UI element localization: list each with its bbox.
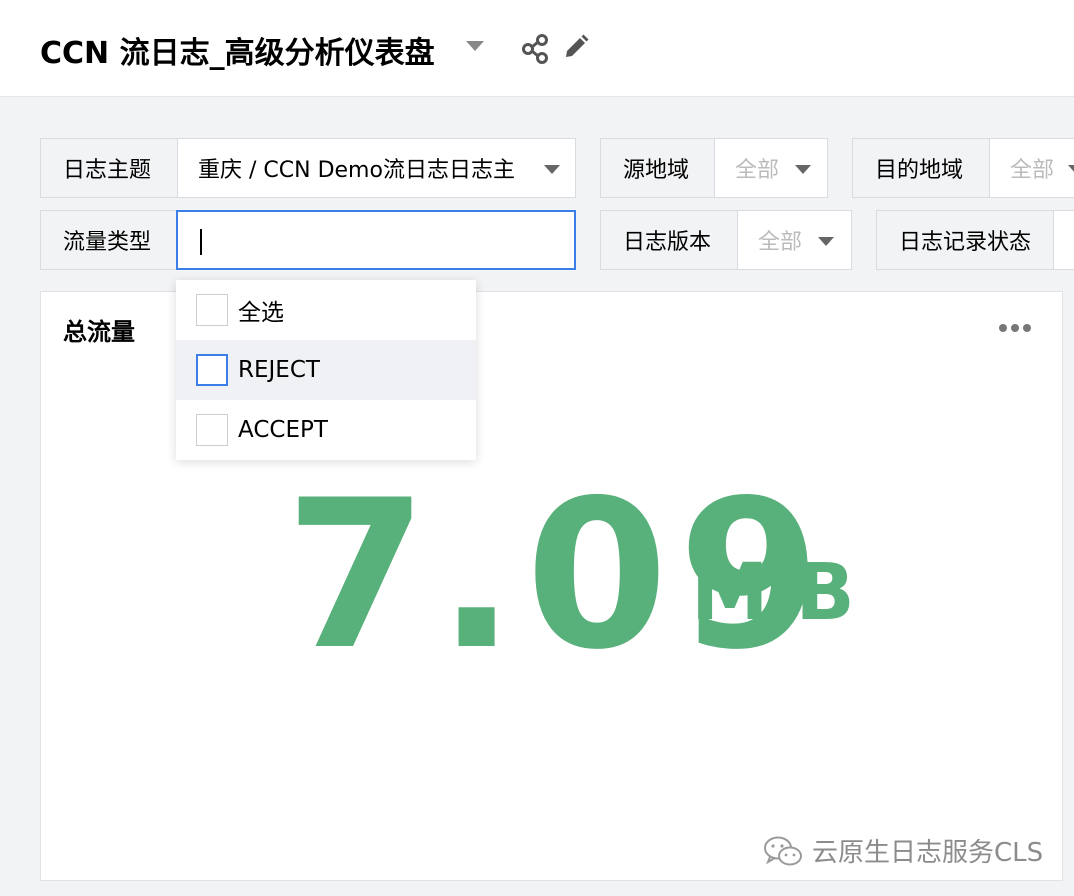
filter-label: 流量类型 bbox=[41, 211, 179, 269]
checkbox[interactable] bbox=[196, 414, 228, 446]
chevron-down-icon[interactable] bbox=[795, 165, 811, 174]
share-icon[interactable] bbox=[520, 33, 552, 65]
option-accept[interactable]: ACCEPT bbox=[176, 400, 476, 460]
traffic-type-dropdown: 全选 REJECT ACCEPT bbox=[176, 280, 476, 460]
edit-icon[interactable] bbox=[562, 33, 590, 61]
filter-label: 日志版本 bbox=[601, 211, 738, 269]
source-region-select[interactable]: 全部 bbox=[715, 139, 827, 197]
select-value: 全部 bbox=[1010, 158, 1055, 183]
wechat-icon bbox=[764, 836, 802, 865]
chevron-down-icon[interactable] bbox=[544, 165, 560, 174]
select-value: 重庆 / CCN Demo流日志日志主 bbox=[198, 158, 515, 183]
chevron-down-icon[interactable] bbox=[818, 237, 834, 246]
filter-log-status[interactable]: 日志记录状态 bbox=[876, 210, 1074, 270]
filter-label: 源地域 bbox=[601, 139, 715, 197]
filter-source-region[interactable]: 源地域 全部 bbox=[600, 138, 828, 198]
text-cursor bbox=[200, 229, 202, 255]
filter-log-topic[interactable]: 日志主题 重庆 / CCN Demo流日志日志主 bbox=[40, 138, 576, 198]
chevron-down-icon[interactable] bbox=[1068, 165, 1074, 174]
checkbox[interactable] bbox=[196, 354, 228, 386]
filter-label: 日志主题 bbox=[41, 139, 178, 197]
option-select-all[interactable]: 全选 bbox=[176, 280, 476, 340]
checkbox[interactable] bbox=[196, 294, 228, 326]
dashboard-header: CCN 流日志_高级分析仪表盘 bbox=[0, 0, 1074, 97]
watermark-text: 云原生日志服务CLS bbox=[812, 838, 1044, 868]
dashboard-title[interactable]: CCN 流日志_高级分析仪表盘 bbox=[40, 28, 435, 72]
option-label: REJECT bbox=[238, 357, 320, 383]
watermark: 云原生日志服务CLS bbox=[762, 832, 1043, 869]
dest-region-select[interactable]: 全部 bbox=[990, 139, 1074, 197]
filter-label: 目的地域 bbox=[853, 139, 990, 197]
log-topic-select[interactable]: 重庆 / CCN Demo流日志日志主 bbox=[178, 139, 575, 197]
metric-unit: MiB bbox=[691, 548, 855, 638]
chevron-down-icon[interactable] bbox=[466, 41, 484, 51]
filter-dest-region[interactable]: 目的地域 全部 bbox=[852, 138, 1074, 198]
more-options-icon[interactable] bbox=[999, 324, 1031, 332]
traffic-type-input[interactable] bbox=[176, 210, 576, 270]
log-version-select[interactable]: 全部 bbox=[738, 211, 851, 269]
select-value: 全部 bbox=[735, 158, 780, 183]
log-status-select[interactable] bbox=[1054, 211, 1074, 269]
option-label: ACCEPT bbox=[238, 417, 328, 443]
filter-label: 日志记录状态 bbox=[877, 211, 1054, 269]
select-value: 全部 bbox=[758, 230, 803, 255]
option-reject[interactable]: REJECT bbox=[176, 340, 476, 400]
filter-traffic-type[interactable]: 流量类型 bbox=[40, 210, 180, 270]
filter-log-version[interactable]: 日志版本 全部 bbox=[600, 210, 852, 270]
option-label: 全选 bbox=[238, 300, 284, 326]
panel-title: 总流量 bbox=[63, 318, 135, 346]
